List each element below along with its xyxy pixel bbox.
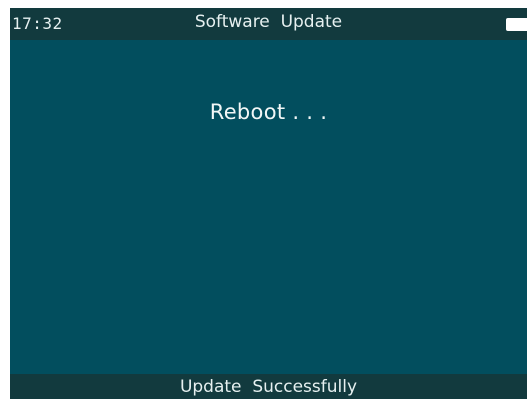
device-screen: 17:32 Software Update Reboot . . . Updat… <box>10 8 527 399</box>
screen-title: Software Update <box>194 12 343 32</box>
battery-icon <box>506 18 527 31</box>
update-status-text: Update Successfully <box>179 377 358 397</box>
bottom-status-bar: Update Successfully <box>10 374 527 399</box>
status-bar: 17:32 Software Update <box>10 8 527 40</box>
reboot-message: Reboot . . . <box>209 100 328 124</box>
